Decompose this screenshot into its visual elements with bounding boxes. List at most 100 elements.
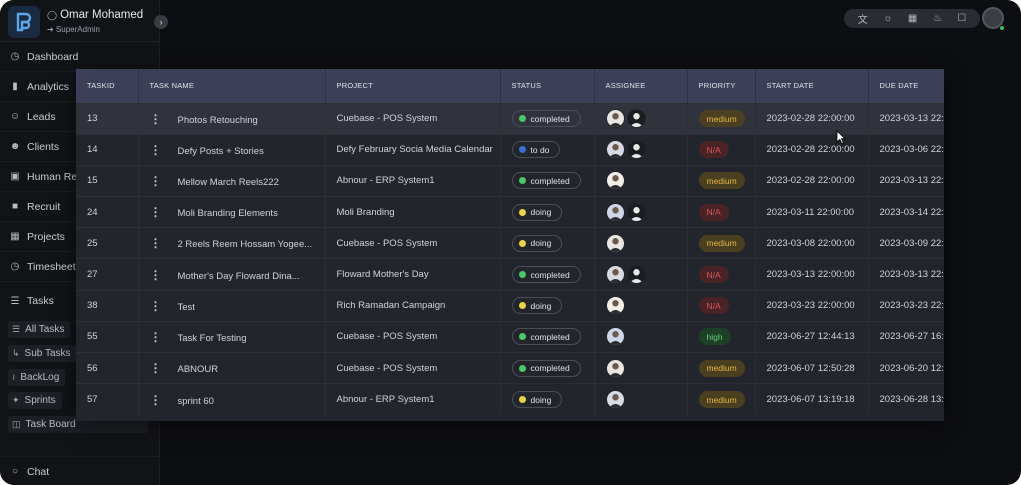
header-due-date[interactable]: DUE DATE xyxy=(868,69,944,103)
assignee-avatar[interactable] xyxy=(605,358,625,378)
task-name[interactable]: Mellow March Reels222 xyxy=(178,177,279,188)
header-task-id[interactable]: TASKID xyxy=(76,69,139,103)
status-badge[interactable]: doing xyxy=(511,297,563,315)
table-row[interactable]: 38 ⋮ Test Rich Ramadan Campaign doing N/A 2023… xyxy=(76,289,944,322)
status-badge[interactable]: doing xyxy=(511,391,563,409)
sidebar-subitem-label: Task Board xyxy=(25,419,76,430)
project-name[interactable]: Cuebase - POS System xyxy=(337,238,438,249)
status-badge[interactable]: to do xyxy=(511,141,561,159)
assignee-avatar[interactable] xyxy=(626,202,646,222)
row-menu-icon[interactable]: ⋮ xyxy=(150,361,178,375)
bell-icon[interactable]: ♨ xyxy=(933,13,942,24)
sidebar-subitem-sub-tasks[interactable]: ↳ Sub Tasks xyxy=(8,345,77,362)
table-row[interactable]: 55 ⋮ Task For Testing Cuebase - POS System c… xyxy=(76,320,944,353)
project-name[interactable]: Cuebase - POS System xyxy=(337,331,438,342)
table-row[interactable]: 25 ⋮ 2 Reels Reem Hossam Yogee... Cuebase -… xyxy=(76,227,944,259)
status-badge[interactable]: completed xyxy=(511,110,581,128)
sidebar-subitem-sprints[interactable]: ✦ Sprints xyxy=(8,392,62,409)
task-name[interactable]: Test xyxy=(178,302,195,313)
row-menu-icon[interactable]: ⋮ xyxy=(150,299,178,313)
notes-icon[interactable]: ☐ xyxy=(957,13,966,24)
status-badge[interactable]: completed xyxy=(511,172,581,190)
priority-badge[interactable]: N/A xyxy=(698,297,729,315)
project-name[interactable]: Abnour - ERP System1 xyxy=(337,175,435,186)
table-row[interactable]: 57 ⋮ sprint 60 Abnour - ERP System1 doing med… xyxy=(76,383,944,415)
assignee-avatar[interactable] xyxy=(605,140,625,160)
assignee-avatar[interactable] xyxy=(605,171,625,191)
priority-badge[interactable]: medium xyxy=(698,234,745,252)
project-name[interactable]: Defy February Socia Media Calendar xyxy=(337,144,493,155)
project-name[interactable]: Abnour - ERP System1 xyxy=(337,394,435,405)
priority-badge[interactable]: medium xyxy=(698,359,745,377)
project-name[interactable]: Floward Mother's Day xyxy=(337,269,429,280)
assignee-avatar[interactable] xyxy=(605,202,625,222)
priority-badge[interactable]: medium xyxy=(698,110,745,128)
row-menu-icon[interactable]: ⋮ xyxy=(150,393,178,407)
translate-icon[interactable]: 文 xyxy=(858,11,868,26)
task-name[interactable]: ABNOUR xyxy=(178,364,219,375)
status-badge[interactable]: doing xyxy=(511,203,563,221)
row-menu-icon[interactable]: ⋮ xyxy=(150,205,178,219)
row-menu-icon[interactable]: ⋮ xyxy=(150,330,178,344)
row-menu-icon[interactable]: ⋮ xyxy=(150,174,178,188)
assignee-avatar[interactable] xyxy=(605,296,625,316)
assignee-avatar[interactable] xyxy=(605,109,625,129)
task-name[interactable]: Task For Testing xyxy=(178,333,247,344)
priority-badge[interactable]: N/A xyxy=(698,141,729,159)
assignee-avatar[interactable] xyxy=(626,140,646,160)
assignee-avatar[interactable] xyxy=(605,390,625,410)
task-id-cell: 27 xyxy=(76,258,139,291)
task-id-cell: 13 xyxy=(76,102,139,135)
assignee-avatar[interactable] xyxy=(605,265,625,285)
due-date: 2023-03-14 22:00:00 xyxy=(879,206,945,218)
status-badge[interactable]: completed xyxy=(511,328,581,346)
header-start-date[interactable]: START DATE xyxy=(755,69,869,103)
assignee-avatar[interactable] xyxy=(626,265,646,285)
priority-badge[interactable]: high xyxy=(698,328,731,346)
priority-badge[interactable]: medium xyxy=(698,391,745,409)
collapse-sidebar-button[interactable]: › xyxy=(154,15,168,29)
task-name[interactable]: 2 Reels Reem Hossam Yogee... xyxy=(178,239,313,250)
sidebar-subitem-backlog[interactable]: ≀ BackLog xyxy=(8,369,66,386)
status-badge[interactable]: completed xyxy=(511,266,581,284)
status-badge[interactable]: doing xyxy=(511,234,563,252)
project-name[interactable]: Rich Ramadan Campaign xyxy=(337,300,446,311)
task-name[interactable]: Photos Retouching xyxy=(178,115,258,126)
table-row[interactable]: 27 ⋮ Mother's Day Floward Dina... Floward M… xyxy=(76,258,944,291)
header-priority[interactable]: PRIORITY xyxy=(687,69,756,103)
status-badge[interactable]: completed xyxy=(511,359,581,377)
priority-badge[interactable]: N/A xyxy=(698,203,729,221)
theme-icon[interactable]: ☼ xyxy=(883,13,892,24)
sidebar-item-chat[interactable]: ○ Chat xyxy=(0,456,160,485)
header-task-name[interactable]: TASK NAME xyxy=(138,69,326,103)
row-menu-icon[interactable]: ⋮ xyxy=(150,236,178,250)
task-name[interactable]: Moli Branding Elements xyxy=(178,208,278,219)
task-name[interactable]: Defy Posts + Stories xyxy=(178,146,264,157)
project-name[interactable]: Moli Branding xyxy=(337,207,395,218)
assignee-avatar[interactable] xyxy=(605,233,625,253)
row-menu-icon[interactable]: ⋮ xyxy=(150,268,178,282)
row-menu-icon[interactable]: ⋮ xyxy=(150,112,178,126)
table-row[interactable]: 56 ⋮ ABNOUR Cuebase - POS System completed me… xyxy=(76,351,944,384)
priority-badge[interactable]: medium xyxy=(698,172,745,190)
header-status[interactable]: STATUS xyxy=(500,69,595,103)
priority-badge[interactable]: N/A xyxy=(698,266,729,284)
task-name[interactable]: Mother's Day Floward Dina... xyxy=(178,271,300,282)
sidebar-subitem-all-tasks[interactable]: ☰ All Tasks xyxy=(8,321,71,338)
assignee-avatar[interactable] xyxy=(626,109,646,129)
table-row[interactable]: 15 ⋮ Mellow March Reels222 Abnour - ERP Sys… xyxy=(76,164,944,197)
project-name[interactable]: Cuebase - POS System xyxy=(337,113,438,124)
apps-icon[interactable]: ▦ xyxy=(908,13,917,24)
sidebar-item-dashboard[interactable]: ◷ Dashboard xyxy=(0,42,160,72)
task-name[interactable]: sprint 60 xyxy=(178,396,214,407)
table-row[interactable]: 24 ⋮ Moli Branding Elements Moli Branding do… xyxy=(76,196,945,228)
project-name[interactable]: Cuebase - POS System xyxy=(337,363,438,374)
table-row[interactable]: 14 ⋮ Defy Posts + Stories Defy February Soc… xyxy=(76,133,944,166)
task-name-cell: ⋮ Mellow March Reels222 xyxy=(138,164,326,197)
header-assignee[interactable]: ASSIGNEE xyxy=(594,69,688,103)
user-profile[interactable]: ◯ Omar Mohamed ➜ SuperAdmin xyxy=(0,0,159,42)
row-menu-icon[interactable]: ⋮ xyxy=(150,143,178,157)
table-row[interactable]: 13 ⋮ Photos Retouching Cuebase - POS System… xyxy=(76,102,944,135)
assignee-avatar[interactable] xyxy=(605,327,625,347)
header-project[interactable]: PROJECT xyxy=(325,69,501,103)
